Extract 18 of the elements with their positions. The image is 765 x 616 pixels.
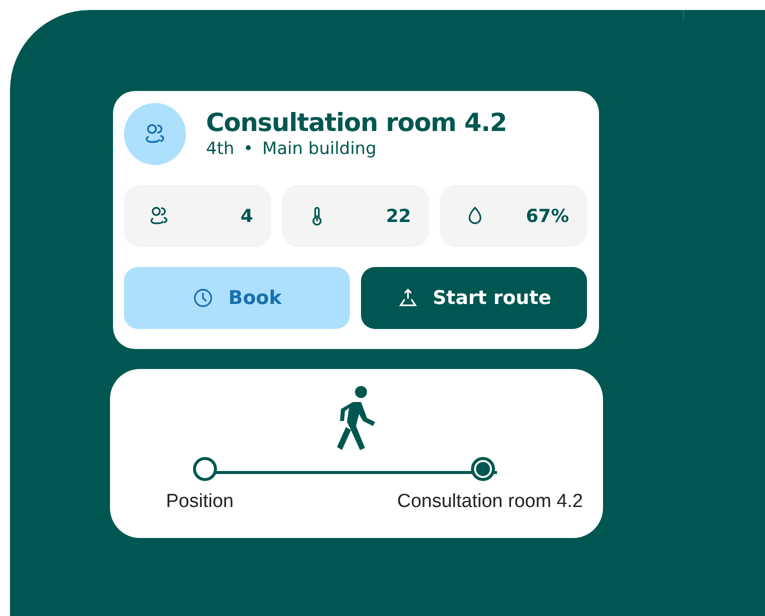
people-icon [148,205,170,227]
building-label: Main building [262,138,376,160]
separator-dot: • [243,138,254,160]
stat-value: 22 [386,206,411,226]
floor-label: 4th [206,138,234,160]
stop-label: Position [166,491,234,513]
stop-label: Consultation room 4.2 [397,491,583,513]
stat-value: 67% [526,206,569,226]
people-icon [143,122,167,146]
origin-marker [193,457,217,481]
book-button[interactable]: Book [124,267,350,329]
destination-marker [471,457,495,481]
room-title: Consultation room 4.2 [206,108,507,138]
walking-person-icon [334,385,378,453]
clock-icon [192,287,214,309]
stat-value: 4 [240,206,253,226]
route-arrow-icon [396,287,419,309]
start-route-button[interactable]: Start route [361,267,587,329]
